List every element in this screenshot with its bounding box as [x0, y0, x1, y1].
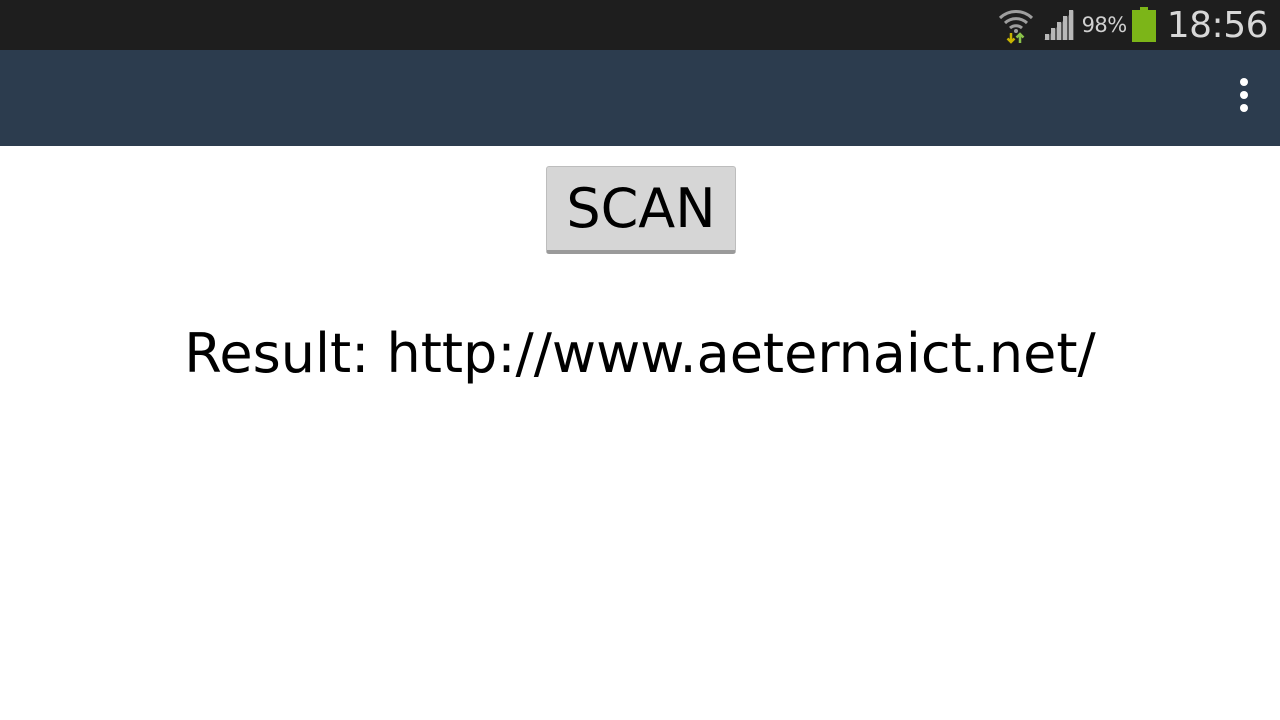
clock: 18:56: [1166, 4, 1269, 46]
menu-dot: [1240, 91, 1248, 99]
status-bar: 98% 18:56: [0, 0, 1280, 50]
battery-icon: [1131, 7, 1156, 42]
battery-percent: 98%: [1081, 13, 1128, 37]
overflow-menu-icon[interactable]: [1238, 78, 1250, 118]
menu-dot: [1240, 78, 1248, 86]
wifi-data-icon: [998, 10, 1033, 44]
menu-dot: [1240, 104, 1248, 112]
result-text: Result: http://www.aeternaict.net/: [184, 322, 1096, 385]
action-bar: [0, 50, 1280, 146]
signal-icon: [1043, 10, 1074, 40]
status-icons: 98% 18:56: [996, 0, 1269, 50]
scan-button[interactable]: SCAN: [546, 166, 736, 254]
